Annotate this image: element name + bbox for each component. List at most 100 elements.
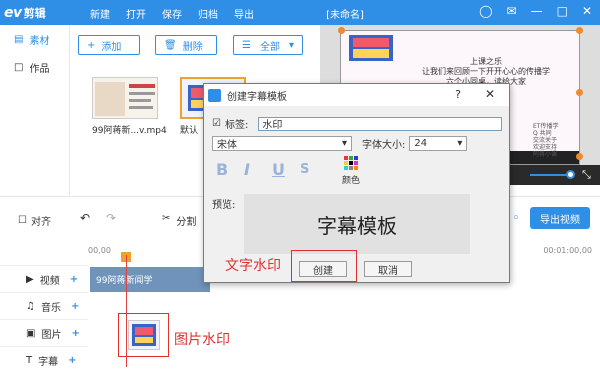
add-folder-icon: +: [87, 39, 96, 51]
app-icon: [208, 88, 221, 102]
delete-button[interactable]: 🗑 删除: [155, 35, 217, 55]
font-size-label: 字体大小:: [362, 140, 406, 151]
chevron-down-icon: ▾: [457, 138, 463, 149]
logo-ev: ev: [4, 4, 22, 21]
menu-export[interactable]: 导出: [234, 6, 254, 21]
redo-icon[interactable]: ↷: [106, 211, 116, 225]
close-icon[interactable]: ✕: [582, 4, 592, 18]
close-icon[interactable]: ✕: [485, 87, 495, 101]
filter-value: 全部: [259, 41, 280, 53]
resize-handle[interactable]: [576, 89, 583, 96]
track-label: 字幕: [38, 356, 59, 368]
underline-button[interactable]: U: [272, 160, 285, 179]
video-thumbnail-image: [95, 82, 155, 116]
export-video-button[interactable]: 导出视频: [530, 207, 590, 229]
menu-save[interactable]: 保存: [162, 6, 182, 21]
resize-handle[interactable]: [338, 27, 345, 34]
chevron-down-icon: ▾: [288, 39, 294, 51]
dialog-title: 创建字幕模板: [227, 91, 287, 103]
track-label: 音乐: [40, 302, 61, 314]
ruler-start: 00,00: [88, 246, 111, 255]
app-logo: ev 剪辑: [4, 3, 46, 22]
delete-button-label: 删除: [182, 41, 203, 53]
media-thumbnail-video[interactable]: [92, 77, 158, 119]
chevron-down-icon: ▾: [341, 138, 347, 149]
menu-archive[interactable]: 归档: [198, 6, 218, 21]
help-icon[interactable]: ?: [455, 88, 461, 101]
minimize-icon[interactable]: —: [531, 4, 543, 18]
text-watermark-annotation: 文字水印: [225, 258, 281, 274]
media-toolbar: + 添加 🗑 删除 ☰ 全部 ▾: [70, 25, 320, 65]
filter-select[interactable]: ☰ 全部 ▾: [233, 35, 303, 55]
tag-input[interactable]: 水印: [258, 116, 503, 131]
ruler-end: 00:01:00,00: [543, 246, 592, 255]
preview-label: 预览:: [212, 200, 236, 211]
cancel-button[interactable]: 取消: [364, 261, 412, 277]
split-label: 分割: [176, 217, 197, 228]
bold-button[interactable]: B: [216, 160, 228, 179]
add-track-button[interactable]: +: [71, 328, 79, 339]
folder-icon: □: [14, 61, 24, 73]
mail-icon[interactable]: ✉: [507, 4, 517, 18]
trash-icon: 🗑: [164, 39, 177, 51]
logo-text: 剪辑: [23, 6, 46, 20]
track-labels: ▶ 视频 + ♫ 音乐 + ▣ 图片 + T 字幕 +: [0, 265, 88, 368]
zoom-icon[interactable]: ◦: [512, 211, 520, 226]
strikethrough-button[interactable]: S: [300, 162, 309, 177]
track-label: 图片: [41, 329, 62, 341]
text-icon: T: [26, 354, 33, 366]
font-select[interactable]: 宋体 ▾: [212, 136, 352, 151]
menu-new[interactable]: 新建: [90, 6, 110, 21]
sidebar-item-label: 素材: [29, 35, 50, 47]
color-button[interactable]: 颜色: [342, 156, 360, 186]
resize-handle[interactable]: [576, 153, 583, 160]
sidebar-item-materials[interactable]: ▤ 素材: [0, 25, 69, 53]
fullscreen-icon[interactable]: ⤡: [582, 168, 591, 182]
color-label: 颜色: [342, 176, 361, 186]
add-track-button[interactable]: +: [71, 301, 79, 312]
main-menu: 新建 打开 保存 归档 导出: [90, 6, 254, 21]
resize-handle[interactable]: [576, 27, 583, 34]
font-size-value: 24: [414, 138, 428, 149]
scissors-icon: ✂: [162, 213, 171, 224]
track-video: ▶ 视频 +: [0, 265, 88, 292]
track-subtitle: T 字幕 +: [0, 346, 88, 373]
track-music: ♫ 音乐 +: [0, 292, 88, 319]
align-toggle[interactable]: ☐ 对齐: [18, 213, 51, 228]
create-button-highlight: [291, 250, 357, 282]
sidebar-item-works[interactable]: □ 作品: [0, 53, 69, 81]
align-label: 对齐: [30, 217, 51, 228]
folder-plus-icon: ▤: [14, 33, 24, 45]
image-watermark-annotation: 图片水印: [174, 332, 230, 348]
undo-icon[interactable]: ↶: [80, 211, 90, 225]
add-track-button[interactable]: +: [68, 355, 76, 366]
video-clip[interactable]: 99阿蒋新闻学: [90, 267, 210, 292]
split-button[interactable]: ✂ 分割: [162, 213, 196, 228]
zoom-slider-track[interactable]: [530, 174, 570, 176]
italic-button[interactable]: I: [244, 160, 250, 179]
add-button[interactable]: + 添加: [78, 35, 140, 55]
music-icon: ♫: [26, 300, 35, 312]
preview-line-2: 让我们来回顾一下开开心心的传播学: [422, 67, 550, 76]
sidebar-item-label: 作品: [29, 63, 50, 75]
image-clip-highlight: [118, 313, 169, 357]
color-palette-icon: [344, 156, 358, 170]
zoom-slider-thumb[interactable]: [566, 170, 575, 179]
menu-open[interactable]: 打开: [126, 6, 146, 21]
font-size-select[interactable]: 24 ▾: [409, 136, 468, 151]
add-button-label: 添加: [101, 41, 122, 53]
sidebar: ▤ 素材 □ 作品: [0, 25, 70, 195]
window-controls: ◯ ✉ — □ ✕: [479, 4, 592, 18]
video-icon: ▶: [26, 273, 34, 285]
tag-label: 标签:: [224, 120, 249, 131]
tag-row: ☑ 标签: 水印: [212, 116, 503, 131]
media-caption: 默认: [180, 126, 199, 136]
add-track-button[interactable]: +: [70, 274, 78, 285]
template-preview: 字幕模板: [244, 194, 470, 254]
maximize-icon[interactable]: □: [557, 4, 568, 18]
checkbox-icon: ☐: [18, 215, 27, 226]
font-value: 宋体: [217, 140, 237, 151]
tag-checkbox[interactable]: ☑: [212, 118, 221, 129]
track-label: 视频: [39, 275, 60, 287]
user-icon[interactable]: ◯: [479, 4, 492, 18]
